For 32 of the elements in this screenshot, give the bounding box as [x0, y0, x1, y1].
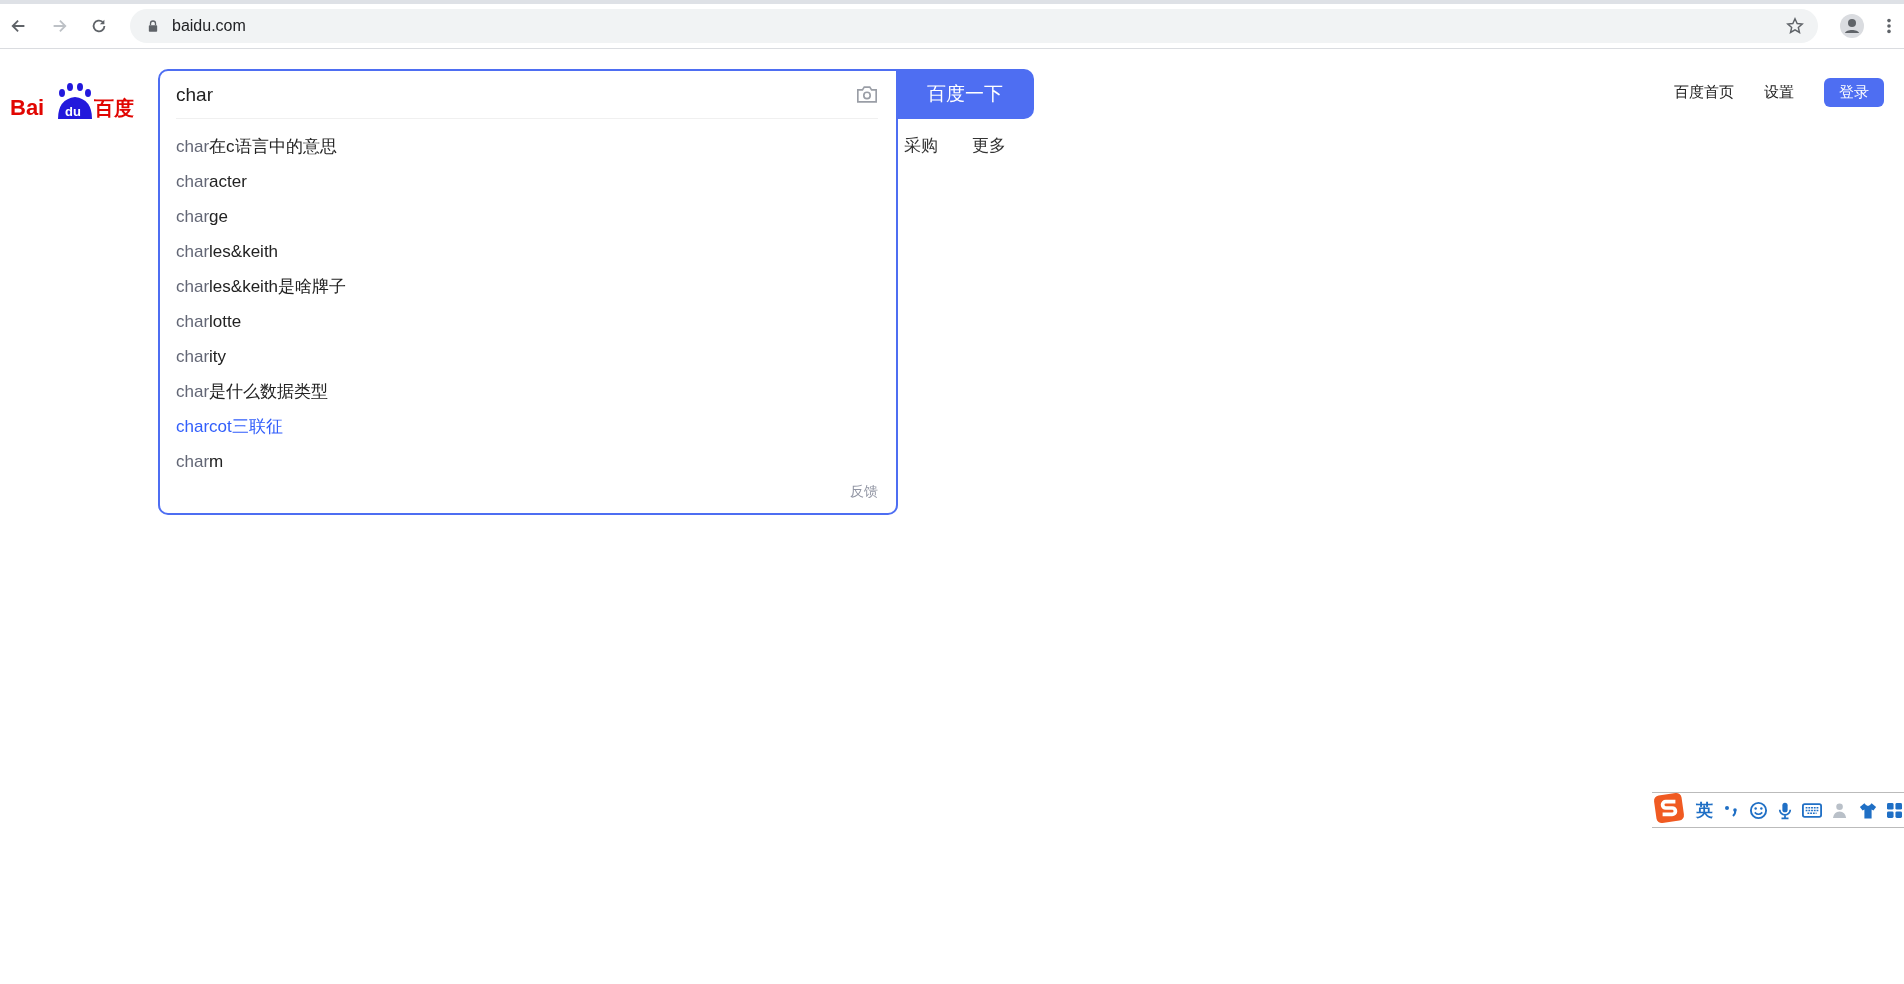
- search-button[interactable]: 百度一下: [896, 69, 1034, 119]
- keyboard-icon[interactable]: [1802, 802, 1822, 818]
- logo-drawing[interactable]: Bai du 百度: [10, 79, 140, 125]
- suggestion-item[interactable]: charm: [176, 444, 878, 479]
- address-bar[interactable]: baidu.com: [130, 9, 1818, 43]
- star-icon[interactable]: [1786, 17, 1804, 35]
- suggestion-item[interactable]: charity: [176, 339, 878, 374]
- nav-link[interactable]: 更多: [972, 134, 1006, 157]
- suggestion-item[interactable]: charcot三联征: [176, 409, 878, 444]
- menu-icon[interactable]: [1886, 17, 1892, 35]
- camera-icon[interactable]: [856, 85, 878, 104]
- suggestion-item[interactable]: character: [176, 164, 878, 199]
- suggestion-item[interactable]: charlotte: [176, 304, 878, 339]
- login-button[interactable]: 登录: [1824, 78, 1884, 107]
- shirt-icon[interactable]: [1859, 801, 1877, 819]
- microphone-icon[interactable]: [1778, 800, 1792, 820]
- grid-icon[interactable]: [1887, 802, 1902, 818]
- url-text: baidu.com: [172, 17, 247, 35]
- suggestion-item[interactable]: charles&keith: [176, 234, 878, 269]
- suggestion-item[interactable]: charles&keith是啥牌子: [176, 269, 878, 304]
- ime-logo-icon[interactable]: [1652, 792, 1686, 824]
- suggestion-item[interactable]: char在c语言中的意思: [176, 129, 878, 164]
- ime-mode-label[interactable]: 英: [1696, 798, 1713, 822]
- smiley-icon[interactable]: [1749, 800, 1768, 820]
- nav-link[interactable]: 采购: [904, 134, 938, 157]
- header-link[interactable]: 百度首页: [1674, 83, 1734, 102]
- profile-icon[interactable]: [1840, 14, 1864, 38]
- header-link[interactable]: 设置: [1764, 83, 1794, 102]
- suggestion-item[interactable]: char是什么数据类型: [176, 374, 878, 409]
- lock-icon: [148, 20, 158, 32]
- suggestion-item[interactable]: charge: [176, 199, 878, 234]
- reload-icon[interactable]: [90, 17, 108, 35]
